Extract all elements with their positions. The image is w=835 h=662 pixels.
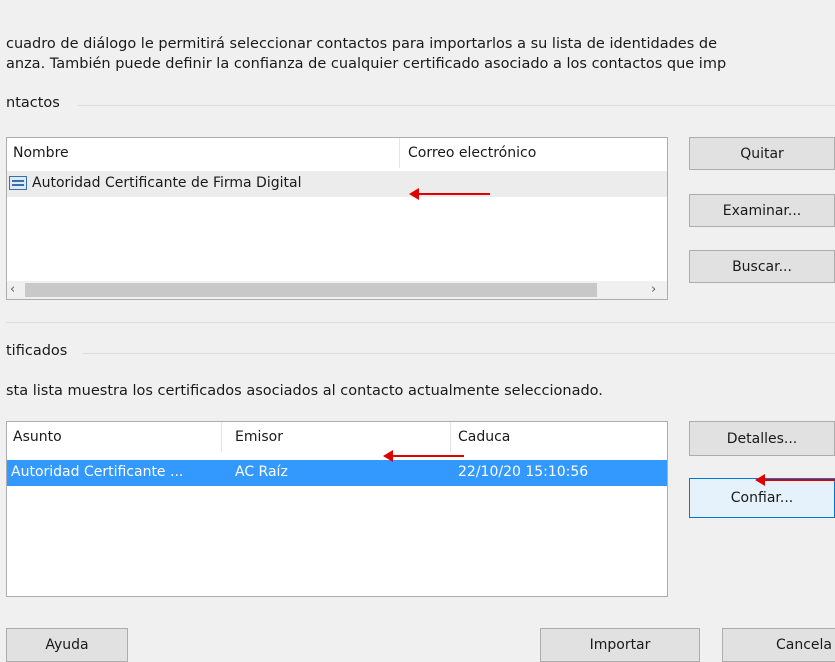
import-button[interactable]: Importar [540,628,700,662]
certificate-row-subject: Autoridad Certificante ... [11,464,184,480]
certificates-description: sta lista muestra los certificados asoci… [6,383,603,399]
certificates-list[interactable]: Asunto Emisor Caduca Autoridad Certifica… [6,421,668,597]
contact-row-name: Autoridad Certificante de Firma Digital [32,175,302,191]
contacts-group-label: ntactos [6,95,60,111]
annotation-arrow-contact [409,188,490,200]
cancel-button[interactable]: Cancela [722,628,835,662]
certificates-group-divider [82,353,835,354]
column-header-name[interactable]: Nombre [13,145,69,161]
intro-text: cuadro de diálogo le permitirá seleccion… [6,34,726,74]
annotation-arrow-trust [755,474,835,486]
column-header-issuer[interactable]: Emisor [235,429,283,445]
column-header-expires[interactable]: Caduca [458,429,510,445]
column-divider[interactable] [221,422,222,452]
contacts-list-header: Nombre Correo electrónico [7,138,667,168]
scroll-left-icon[interactable]: ‹ [10,282,15,297]
intro-line-1: cuadro de diálogo le permitirá seleccion… [6,36,718,52]
contacts-horizontal-scrollbar[interactable]: ‹ › [7,281,667,299]
annotation-arrow-certificate [383,450,464,462]
certificate-contact-icon [9,176,27,190]
remove-button[interactable]: Quitar [689,137,835,170]
certificates-group-label: tificados [6,343,68,359]
section-divider [6,322,835,323]
column-divider[interactable] [450,422,451,452]
contact-row[interactable]: Autoridad Certificante de Firma Digital [7,171,667,197]
scrollbar-thumb[interactable] [25,283,597,297]
contacts-group-divider [78,105,835,106]
certificate-row-expires: 22/10/20 15:10:56 [458,464,589,480]
details-button[interactable]: Detalles... [689,421,835,456]
contacts-list[interactable]: Nombre Correo electrónico Autoridad Cert… [6,137,668,300]
intro-line-2: anza. También puede definir la confianza… [6,56,727,72]
column-header-subject[interactable]: Asunto [13,429,62,445]
column-header-email[interactable]: Correo electrónico [408,145,536,161]
certificate-row-selected[interactable]: Autoridad Certificante ... AC Raíz 22/10… [7,460,667,486]
column-divider[interactable] [399,138,400,168]
certificate-row-issuer: AC Raíz [235,464,288,480]
browse-button[interactable]: Examinar... [689,194,835,227]
certificates-list-header: Asunto Emisor Caduca [7,422,667,452]
search-button[interactable]: Buscar... [689,250,835,283]
help-button[interactable]: Ayuda [6,628,128,662]
scroll-right-icon[interactable]: › [651,282,656,297]
